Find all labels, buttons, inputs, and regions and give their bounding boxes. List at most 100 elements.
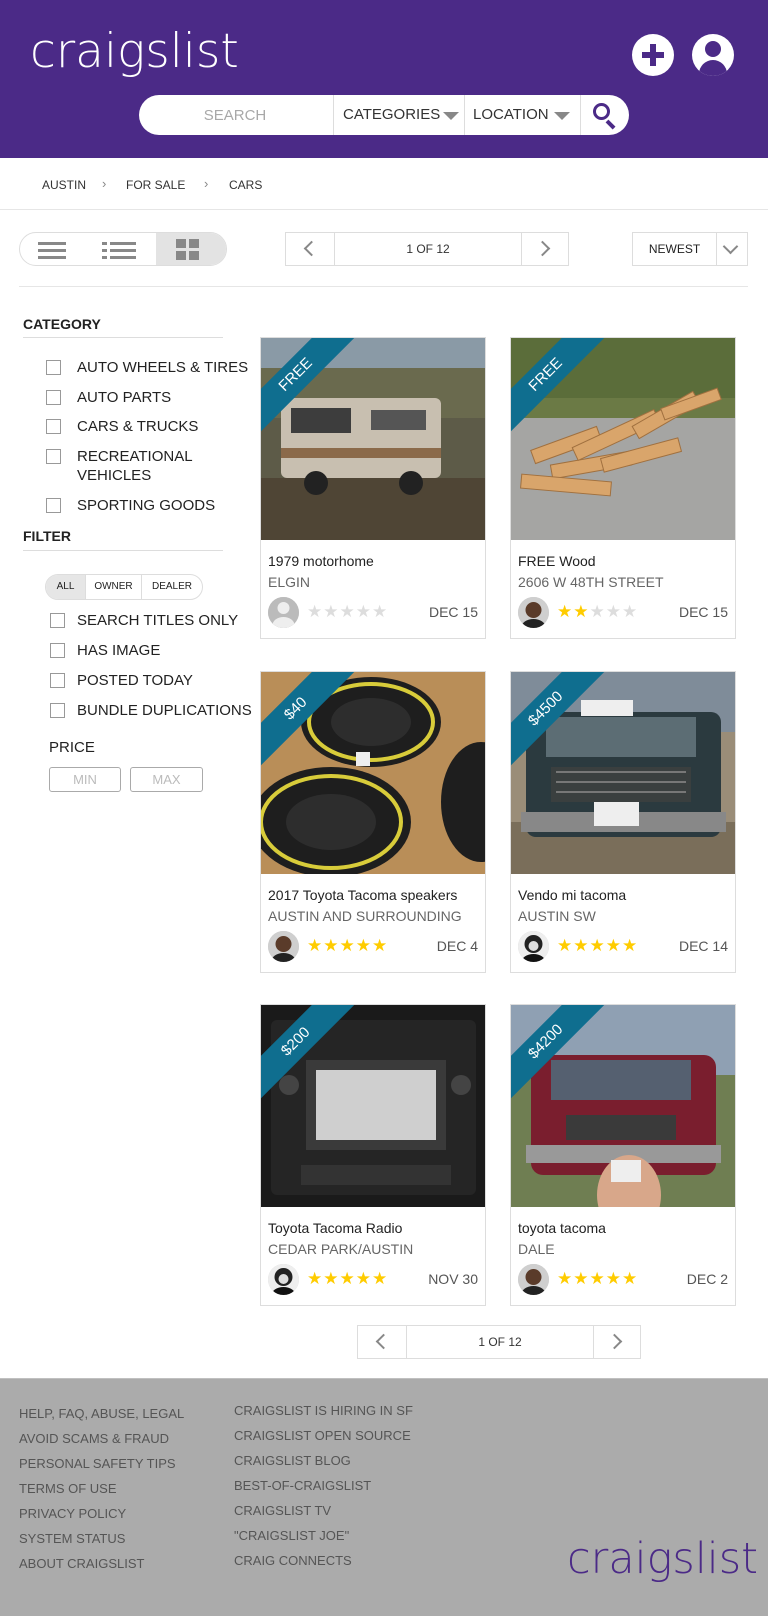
- chevron-left-icon: [375, 1333, 392, 1350]
- listing-card[interactable]: FREE FREE Wood 2606 W 48TH STREET ★★★★★ DEC …: [510, 337, 736, 639]
- view-grid-button[interactable]: [156, 233, 226, 265]
- checkbox-bundle-duplications[interactable]: [50, 703, 65, 718]
- listing-card[interactable]: $200 Toyota Tacoma Radio CEDAR PARK/AUSTIN…: [260, 1004, 486, 1306]
- search-button[interactable]: [581, 95, 629, 135]
- page-indicator: 1 OF 12: [334, 233, 522, 265]
- listing-date: NOV 30: [428, 1271, 478, 1287]
- checkbox-recreational-vehicles[interactable]: [46, 449, 61, 464]
- listing-title[interactable]: Toyota Tacoma Radio: [268, 1220, 402, 1236]
- site-logo[interactable]: craigslist: [30, 24, 239, 79]
- star-icon: ★: [573, 936, 590, 955]
- star-icon: ★: [557, 1269, 574, 1288]
- checkbox-cars-trucks[interactable]: [46, 419, 61, 434]
- checkbox-auto-wheels-tires[interactable]: [46, 360, 61, 375]
- caret-down-icon: [443, 112, 459, 120]
- seller-owner-button[interactable]: OWNER: [86, 575, 142, 599]
- star-icon: ★: [605, 602, 622, 621]
- star-icon: ★: [307, 936, 324, 955]
- star-icon: ★: [372, 936, 389, 955]
- sort-dropdown[interactable]: NEWEST: [632, 232, 748, 266]
- category-label: RECREATIONAL VEHICLES: [77, 448, 193, 484]
- categories-dropdown[interactable]: CATEGORIES: [343, 95, 469, 135]
- checkbox-auto-parts[interactable]: [46, 390, 61, 405]
- next-page-button[interactable]: [594, 1326, 640, 1358]
- location-dropdown[interactable]: LOCATION: [473, 95, 581, 135]
- breadcrumb-austin[interactable]: AUSTIN: [42, 178, 86, 192]
- footer-link[interactable]: ABOUT CRAIGSLIST: [19, 1556, 144, 1571]
- footer-link[interactable]: BEST-OF-CRAIGSLIST: [234, 1478, 371, 1493]
- listing-title[interactable]: toyota tacoma: [518, 1220, 606, 1236]
- price-max-input[interactable]: [130, 767, 203, 792]
- listing-title[interactable]: Vendo mi tacoma: [518, 887, 626, 903]
- category-label: CARS & TRUCKS: [77, 418, 199, 435]
- footer-link[interactable]: TERMS OF USE: [19, 1481, 117, 1496]
- view-detail-list-button[interactable]: [88, 233, 156, 265]
- star-icon: ★: [355, 936, 372, 955]
- list-icon-bar: [38, 256, 66, 259]
- account-button[interactable]: [692, 34, 734, 76]
- seller-avatar[interactable]: [518, 597, 549, 628]
- footer-link[interactable]: CRAIGSLIST OPEN SOURCE: [234, 1428, 411, 1443]
- star-icon: ★: [605, 936, 622, 955]
- footer-link[interactable]: HELP, FAQ, ABUSE, LEGAL: [19, 1406, 184, 1421]
- prev-page-button[interactable]: [358, 1326, 406, 1358]
- checkbox-search-titles-only[interactable]: [50, 613, 65, 628]
- detail-list-icon-bar: [102, 256, 107, 259]
- seller-avatar[interactable]: [518, 931, 549, 962]
- filter-option-label: POSTED TODAY: [77, 672, 193, 689]
- listing-card[interactable]: $4200 toyota tacoma DALE ★★★★★ DEC 2: [510, 1004, 736, 1306]
- seller-all-button[interactable]: ALL: [46, 575, 86, 599]
- chevron-down-icon: [722, 238, 739, 255]
- footer-link[interactable]: CRAIG CONNECTS: [234, 1553, 352, 1568]
- seller-avatar[interactable]: [268, 1264, 299, 1295]
- price-min-input[interactable]: [49, 767, 121, 792]
- footer-link[interactable]: PERSONAL SAFETY TIPS: [19, 1456, 176, 1471]
- listing-title[interactable]: 1979 motorhome: [268, 553, 374, 569]
- filter-option-label: HAS IMAGE: [77, 642, 161, 659]
- listing-title[interactable]: 2017 Toyota Tacoma speakers: [268, 887, 457, 903]
- footer-link[interactable]: AVOID SCAMS & FRAUD: [19, 1431, 169, 1446]
- star-icon: ★: [339, 936, 356, 955]
- category-label: SPORTING GOODS: [77, 497, 216, 514]
- chevron-right-icon: ›: [204, 176, 209, 191]
- footer-link[interactable]: SYSTEM STATUS: [19, 1531, 125, 1546]
- footer-logo[interactable]: craigslist: [567, 1534, 758, 1584]
- next-page-button[interactable]: [522, 233, 568, 265]
- divider: [464, 95, 465, 135]
- search-input[interactable]: [139, 95, 331, 135]
- star-icon: ★: [323, 936, 340, 955]
- listing-card[interactable]: $40 2017 Toyota Tacoma speakers AUSTIN AND…: [260, 671, 486, 973]
- breadcrumb-for-sale[interactable]: FOR SALE: [126, 178, 185, 192]
- checkbox-posted-today[interactable]: [50, 673, 65, 688]
- view-list-button[interactable]: [20, 233, 88, 265]
- listing-card[interactable]: FREE 1979 motorhome ELGIN ★★★★★ DEC 15: [260, 337, 486, 639]
- breadcrumb-cars[interactable]: CARS: [229, 178, 262, 192]
- post-listing-button[interactable]: [632, 34, 674, 76]
- star-icon: ★: [355, 602, 372, 621]
- footer-link[interactable]: CRAIGSLIST TV: [234, 1503, 331, 1518]
- page-indicator: 1 OF 12: [406, 1326, 594, 1358]
- listing-title[interactable]: FREE Wood: [518, 553, 596, 569]
- footer-link[interactable]: PRIVACY POLICY: [19, 1506, 126, 1521]
- seller-rating: ★★★★★: [307, 936, 388, 956]
- seller-dealer-button[interactable]: DEALER: [142, 575, 202, 599]
- star-icon: ★: [323, 602, 340, 621]
- seller-avatar[interactable]: [268, 931, 299, 962]
- seller-rating: ★★★★★: [307, 602, 388, 622]
- footer-link[interactable]: "CRAIGSLIST JOE": [234, 1528, 349, 1543]
- user-icon-body: [699, 60, 727, 76]
- checkbox-has-image[interactable]: [50, 643, 65, 658]
- category-heading: CATEGORY: [23, 316, 101, 332]
- star-icon: ★: [307, 602, 324, 621]
- footer-link[interactable]: CRAIGSLIST IS HIRING IN SF: [234, 1403, 413, 1418]
- checkbox-sporting-goods[interactable]: [46, 498, 61, 513]
- listing-location: AUSTIN SW: [518, 908, 596, 924]
- star-icon: ★: [557, 936, 574, 955]
- footer-link[interactable]: CRAIGSLIST BLOG: [234, 1453, 351, 1468]
- seller-avatar[interactable]: [268, 597, 299, 628]
- listing-location: 2606 W 48TH STREET: [518, 574, 664, 590]
- seller-avatar[interactable]: [518, 1264, 549, 1295]
- listing-card[interactable]: $4500 Vendo mi tacoma AUSTIN SW ★★★★★ DEC 14: [510, 671, 736, 973]
- prev-page-button[interactable]: [286, 233, 334, 265]
- search-icon-handle: [605, 119, 616, 130]
